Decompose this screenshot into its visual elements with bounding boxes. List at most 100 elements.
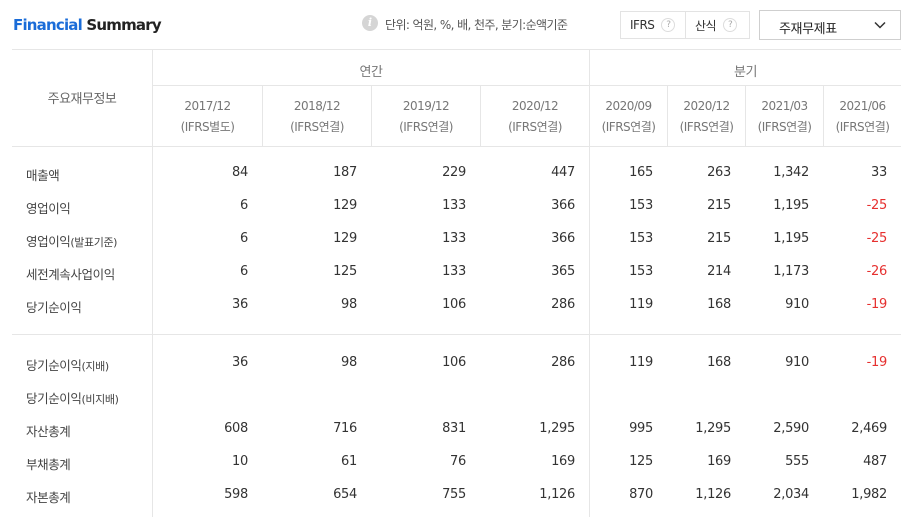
formula-label: 산식 <box>695 18 717 33</box>
row-label[interactable]: 영업이익(발표기준) <box>26 231 117 250</box>
row-label-main: 영업이익 <box>26 201 71 216</box>
row-label-main: 자산총계 <box>26 424 71 439</box>
row-header-label: 주요재무정보 <box>47 92 117 107</box>
table-cell: 1,295 <box>695 421 731 436</box>
table-cell: 286 <box>551 355 575 370</box>
column-period: 2017/12 <box>184 99 231 113</box>
help-icon[interactable]: ? <box>661 18 676 32</box>
table-cell: 106 <box>442 297 466 312</box>
row-label-main: 자본총계 <box>26 490 71 505</box>
row-label[interactable]: 매출액 <box>26 165 60 184</box>
row-label[interactable]: 당기순이익(지배) <box>26 355 109 374</box>
table-cell: 229 <box>442 165 466 180</box>
table-cell: 133 <box>442 198 466 213</box>
table-cell: 995 <box>629 421 653 436</box>
table-cell: 366 <box>551 198 575 213</box>
table-cell: -25 <box>866 231 888 246</box>
column-basis: (IFRS연결) <box>835 120 890 134</box>
table-cell: 598 <box>224 487 248 502</box>
table-cell: 119 <box>629 355 653 370</box>
row-label-sub: (발표기준) <box>70 236 118 249</box>
row-label[interactable]: 당기순이익(비지배) <box>26 388 119 407</box>
table-cell: 215 <box>707 231 731 246</box>
table-cell: 98 <box>341 355 357 370</box>
column-period: 2018/12 <box>293 99 341 113</box>
table-cell: 129 <box>333 231 357 246</box>
table-cell: 447 <box>551 165 575 180</box>
help-icon[interactable]: ? <box>723 18 738 32</box>
row-label[interactable]: 자산총계 <box>26 421 71 440</box>
table-cell: 487 <box>863 454 887 469</box>
column-basis: (IFRS별도) <box>180 120 235 134</box>
chevron-down-icon <box>874 21 886 29</box>
column-header: 2021/03 (IFRS연결) <box>746 96 823 138</box>
table-cell: 10 <box>232 454 248 469</box>
column-period: 2020/12 <box>683 99 730 113</box>
column-basis: (IFRS연결) <box>757 120 812 134</box>
table-cell: 1,342 <box>773 165 809 180</box>
table-cell: 831 <box>442 421 466 436</box>
table-cell: 98 <box>341 297 357 312</box>
table-cell: 1,295 <box>539 421 575 436</box>
group-annual: 연간 <box>359 65 383 80</box>
title-summary: Summary <box>81 16 161 34</box>
table-cell: 910 <box>785 355 809 370</box>
row-label[interactable]: 자본총계 <box>26 487 71 506</box>
table-cell: 129 <box>333 198 357 213</box>
ifrs-label: IFRS <box>630 18 655 32</box>
column-period: 2020/12 <box>511 99 559 113</box>
group-header-border <box>153 85 901 86</box>
row-label-sub: (지배) <box>81 360 110 373</box>
table-cell: 36 <box>232 355 248 370</box>
row-label[interactable]: 영업이익 <box>26 198 71 217</box>
row-label-sub: (비지배) <box>81 393 119 406</box>
table-cell: 153 <box>629 198 653 213</box>
table-cell: 1,126 <box>695 487 731 502</box>
table-cell: 165 <box>629 165 653 180</box>
table-cell: 6 <box>240 264 248 279</box>
table-cell: 61 <box>341 454 357 469</box>
table-cell: 555 <box>785 454 809 469</box>
row-label[interactable]: 부채총계 <box>26 454 71 473</box>
table-cell: 1,173 <box>773 264 809 279</box>
table-cell: 286 <box>551 297 575 312</box>
column-header: 2021/06 (IFRS연결) <box>824 96 901 138</box>
page-title: Financial Summary <box>13 16 162 34</box>
financial-summary-table: 주요재무정보 연간 분기 2017/12 (IFRS별도) 2018/12 (IFRS… <box>12 49 901 517</box>
ifrs-toggle[interactable]: IFRS ? <box>620 11 686 39</box>
column-basis: (IFRS연결) <box>290 120 344 134</box>
column-header: 2020/12 (IFRS연결) <box>668 96 745 138</box>
table-cell: 169 <box>551 454 575 469</box>
unit-note: 단위: 억원, %, 배, 천주, 분기:순액기준 <box>385 18 568 32</box>
row-label-main: 부채총계 <box>26 457 71 472</box>
table-cell: 2,590 <box>773 421 809 436</box>
info-icon[interactable]: i <box>362 15 378 31</box>
row-label[interactable]: 당기순이익 <box>26 297 82 316</box>
table-top-border <box>12 49 901 50</box>
table-cell: 2,469 <box>851 421 887 436</box>
table-cell: 133 <box>442 231 466 246</box>
table-cell: 125 <box>629 454 653 469</box>
column-period: 2019/12 <box>402 99 450 113</box>
group-quarterly: 분기 <box>734 65 757 80</box>
row-label-main: 당기순이익 <box>26 391 82 406</box>
table-cell: 36 <box>232 297 248 312</box>
table-cell: 366 <box>551 231 575 246</box>
section-divider <box>12 334 901 335</box>
row-label-main: 당기순이익 <box>26 300 82 315</box>
row-label-main: 세전계속사업이익 <box>26 267 115 282</box>
row-label-main: 매출액 <box>26 168 60 183</box>
table-cell: 870 <box>629 487 653 502</box>
table-cell: 910 <box>785 297 809 312</box>
statement-type-select[interactable]: 주재무제표 <box>759 10 901 40</box>
table-cell: 1,126 <box>539 487 575 502</box>
table-cell: 1,982 <box>851 487 887 502</box>
table-cell: 716 <box>333 421 357 436</box>
column-header: 2018/12 (IFRS연결) <box>263 96 371 138</box>
table-cell: 6 <box>240 231 248 246</box>
column-header: 2020/09 (IFRS연결) <box>590 96 667 138</box>
statement-type-value: 주재무제표 <box>779 22 837 37</box>
formula-toggle[interactable]: 산식 ? <box>685 11 750 39</box>
table-cell: 76 <box>450 454 466 469</box>
row-label[interactable]: 세전계속사업이익 <box>26 264 115 283</box>
